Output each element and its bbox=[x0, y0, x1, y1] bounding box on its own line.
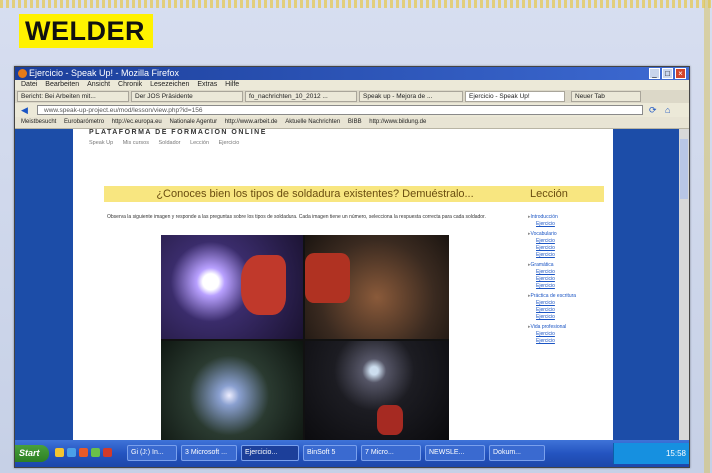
welding-photo-2 bbox=[305, 235, 449, 339]
tab-bar: Bericht: Bei Arbeiten mit... Der JOS Prä… bbox=[15, 90, 689, 103]
quicklaunch-icon[interactable] bbox=[67, 448, 76, 457]
lesson-exercise-link[interactable]: Ejercicio bbox=[528, 300, 606, 307]
window-titlebar: Ejercicio - Speak Up! - Mozilla Firefox … bbox=[15, 67, 689, 80]
bookmark-item[interactable]: Meistbesucht bbox=[21, 119, 56, 125]
lesson-exercise-link[interactable]: Ejercicio bbox=[528, 314, 606, 321]
window-title: Ejercicio - Speak Up! - Mozilla Firefox bbox=[29, 68, 180, 78]
home-icon[interactable]: ⌂ bbox=[665, 105, 670, 115]
breadcrumb: Speak Up Mis cursos Soldador Lección Eje… bbox=[89, 140, 247, 146]
tab-active[interactable]: Ejercicio - Speak Up! bbox=[465, 91, 565, 102]
browser-viewport: PLATAFORMA DE FORMACION ONLINE Speak Up … bbox=[15, 129, 689, 440]
maximize-button[interactable]: □ bbox=[662, 68, 673, 79]
menu-item-edit[interactable]: Bearbeiten bbox=[45, 81, 79, 88]
tab-new[interactable]: Neuer Tab bbox=[571, 91, 641, 102]
menu-item-history[interactable]: Chronik bbox=[118, 81, 142, 88]
system-tray: 15:58 bbox=[613, 443, 689, 464]
lesson-exercise-link[interactable]: Ejercicio bbox=[528, 269, 606, 276]
lesson-exercise-link[interactable]: Ejercicio bbox=[528, 283, 606, 290]
breadcrumb-item[interactable]: Mis cursos bbox=[123, 140, 149, 146]
lesson-heading: Lección bbox=[522, 186, 604, 202]
clock: 15:58 bbox=[665, 449, 686, 458]
welding-photo-grid bbox=[161, 235, 449, 440]
welding-photo-3 bbox=[161, 341, 303, 440]
window-controls: _ □ × bbox=[649, 68, 686, 79]
breadcrumb-item[interactable]: Speak Up bbox=[89, 140, 113, 146]
menu-item-view[interactable]: Ansicht bbox=[87, 81, 110, 88]
lesson-section-link[interactable]: Vocabulario bbox=[528, 231, 606, 238]
bookmark-item[interactable]: Nationale Agentur bbox=[169, 119, 217, 125]
navigation-bar: ◀ www.speak-up-project.eu/mod/lesson/vie… bbox=[15, 103, 689, 117]
menu-item-tools[interactable]: Extras bbox=[197, 81, 217, 88]
welding-photo-1 bbox=[161, 235, 303, 339]
decorative-border bbox=[0, 0, 712, 8]
bookmark-item[interactable]: http://www.arbeit.de bbox=[225, 119, 278, 125]
lesson-menu: Introducción Ejercicio Vocabulario Ejerc… bbox=[528, 214, 606, 348]
breadcrumb-item[interactable]: Lección bbox=[190, 140, 209, 146]
tab-4[interactable]: Speak up - Mejora de ... bbox=[359, 91, 463, 102]
menu-item-file[interactable]: Datei bbox=[21, 81, 37, 88]
slide-title: WELDER bbox=[19, 14, 153, 48]
windows-taskbar: Start Gi (J:) In... 3 Microsoft ... Ejer… bbox=[15, 440, 689, 467]
firefox-icon bbox=[18, 69, 27, 78]
bookmark-item[interactable]: http://ec.europa.eu bbox=[112, 119, 162, 125]
scroll-thumb[interactable] bbox=[680, 139, 688, 199]
quicklaunch-icon[interactable] bbox=[55, 448, 64, 457]
menu-item-bookmarks[interactable]: Lesezeichen bbox=[150, 81, 189, 88]
lesson-section-link[interactable]: Vida profesional bbox=[528, 324, 606, 331]
lesson-section-link[interactable]: Introducción bbox=[528, 214, 606, 221]
reload-icon[interactable]: ⟳ bbox=[649, 105, 657, 115]
minimize-button[interactable]: _ bbox=[649, 68, 660, 79]
back-icon[interactable]: ◀ bbox=[21, 105, 28, 115]
breadcrumb-item[interactable]: Ejercicio bbox=[219, 140, 240, 146]
bookmark-item[interactable]: Eurobarómetro bbox=[64, 119, 104, 125]
quicklaunch-icon[interactable] bbox=[79, 448, 88, 457]
lesson-exercise-link[interactable]: Ejercicio bbox=[528, 338, 606, 345]
bookmarks-bar: Meistbesucht Eurobarómetro http://ec.eur… bbox=[15, 117, 689, 129]
lesson-section-link[interactable]: Práctica de escritura bbox=[528, 293, 606, 300]
tab-1[interactable]: Bericht: Bei Arbeiten mit... bbox=[17, 91, 129, 102]
screenshot-frame: Ejercicio - Speak Up! - Mozilla Firefox … bbox=[14, 66, 690, 468]
breadcrumb-item[interactable]: Soldador bbox=[159, 140, 181, 146]
bookmark-item[interactable]: Aktuelle Nachrichten bbox=[285, 119, 340, 125]
lesson-exercise-link[interactable]: Ejercicio bbox=[528, 307, 606, 314]
quicklaunch-icon[interactable] bbox=[103, 448, 112, 457]
bookmark-item[interactable]: http://www.bildung.de bbox=[369, 119, 426, 125]
menu-item-help[interactable]: Hilfe bbox=[225, 81, 239, 88]
lesson-exercise-link[interactable]: Ejercicio bbox=[528, 245, 606, 252]
tab-2[interactable]: Der JOS Präsidente bbox=[131, 91, 243, 102]
lesson-exercise-link[interactable]: Ejercicio bbox=[528, 331, 606, 338]
taskbar-item[interactable]: BinSoft 5 bbox=[303, 445, 357, 461]
taskbar-item-active[interactable]: Ejercicio... bbox=[241, 445, 299, 461]
menu-bar: Datei Bearbeiten Ansicht Chronik Lesezei… bbox=[15, 80, 689, 90]
slide-background: WELDER Ejercicio - Speak Up! - Mozilla F… bbox=[0, 0, 712, 473]
lesson-section-link[interactable]: Gramática bbox=[528, 262, 606, 269]
quicklaunch-icon[interactable] bbox=[91, 448, 100, 457]
decorative-edge bbox=[704, 0, 710, 473]
taskbar-item[interactable]: NEWSLE... bbox=[425, 445, 485, 461]
start-button[interactable]: Start bbox=[15, 445, 49, 462]
url-field[interactable]: www.speak-up-project.eu/mod/lesson/view.… bbox=[37, 105, 643, 115]
exercise-heading: ¿Conoces bien los tipos de soldadura exi… bbox=[104, 186, 526, 202]
taskbar-item[interactable]: Dokum... bbox=[489, 445, 545, 461]
bookmark-item[interactable]: BIBB bbox=[348, 119, 362, 125]
lesson-exercise-link[interactable]: Ejercicio bbox=[528, 276, 606, 283]
vertical-scrollbar[interactable] bbox=[679, 129, 689, 440]
taskbar-item[interactable]: Gi (J:) In... bbox=[127, 445, 177, 461]
web-page: PLATAFORMA DE FORMACION ONLINE Speak Up … bbox=[73, 129, 613, 440]
lesson-exercise-link[interactable]: Ejercicio bbox=[528, 252, 606, 259]
tab-3[interactable]: fo_nachrichten_10_2012 ... bbox=[245, 91, 357, 102]
exercise-instructions: Observa la siguiente imagen y responde a… bbox=[107, 214, 486, 220]
lesson-exercise-link[interactable]: Ejercicio bbox=[528, 221, 606, 228]
lesson-exercise-link[interactable]: Ejercicio bbox=[528, 238, 606, 245]
site-brand: PLATAFORMA DE FORMACION ONLINE bbox=[89, 129, 267, 136]
taskbar-item[interactable]: 3 Microsoft ... bbox=[181, 445, 237, 461]
taskbar-item[interactable]: 7 Micro... bbox=[361, 445, 421, 461]
close-button[interactable]: × bbox=[675, 68, 686, 79]
welding-photo-4 bbox=[305, 341, 449, 440]
